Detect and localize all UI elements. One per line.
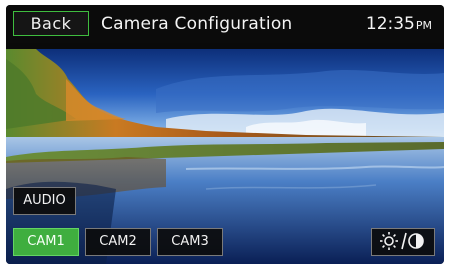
brightness-contrast-icon (380, 231, 424, 250)
page-title: Camera Configuration (101, 14, 293, 34)
clock-time: 12:35 (365, 14, 415, 34)
brightness-contrast-button[interactable] (371, 228, 435, 256)
header-bar: Back Camera Configuration 12:35PM (6, 5, 444, 43)
audio-button[interactable]: AUDIO (13, 187, 76, 215)
clock: 12:35PM (366, 13, 432, 37)
back-button[interactable]: Back (13, 11, 89, 36)
cam3-button[interactable]: CAM3 (157, 228, 223, 256)
camera-configuration-screen: Back Camera Configuration 12:35PM AUDIO … (6, 5, 444, 264)
cam1-button[interactable]: CAM1 (13, 228, 79, 256)
cam2-button[interactable]: CAM2 (85, 228, 151, 256)
clock-ampm: PM (415, 19, 432, 32)
